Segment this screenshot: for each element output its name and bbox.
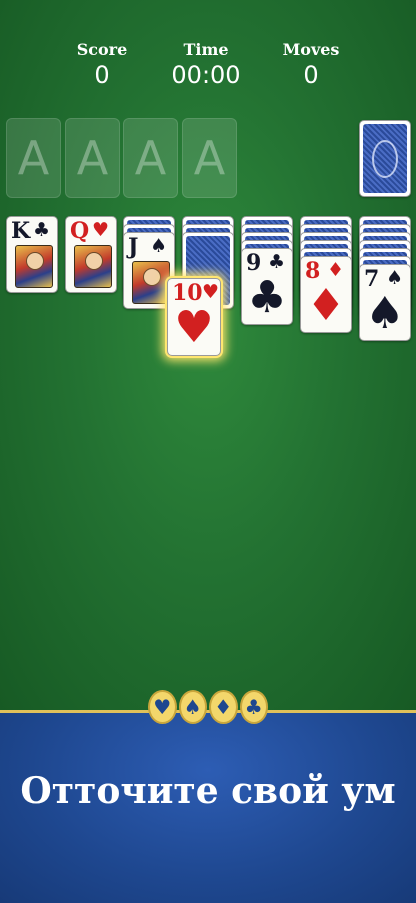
stock-pile[interactable] — [359, 120, 411, 197]
heart-icon: ♥ — [148, 690, 177, 724]
score-value: 0 — [94, 61, 110, 89]
foundation-pile-4[interactable]: A — [182, 118, 237, 198]
card-pip-icon: ♣ — [247, 272, 287, 323]
tableau-card-5[interactable]: 9 ♣ ♣ — [241, 248, 293, 325]
stats-bar: Score 0 Time 00:00 Moves 0 — [0, 40, 416, 100]
tableau-card-6[interactable]: 8 ♦ ♦ — [300, 256, 352, 333]
spade-icon: ♠ — [178, 690, 207, 724]
moves-stat: Moves 0 — [256, 40, 366, 89]
diamond-icon: ♦ — [209, 690, 238, 724]
foundation-pile-3[interactable]: A — [123, 118, 178, 198]
time-value: 00:00 — [171, 61, 241, 89]
card-suit-icon: ♠ — [150, 235, 168, 257]
moves-value: 0 — [303, 61, 319, 89]
tableau-card-2[interactable]: Q ♥ — [65, 216, 117, 293]
card-pip-icon: ♥ — [174, 302, 214, 353]
card-rank: J — [128, 234, 139, 260]
score-stat: Score 0 — [47, 40, 157, 89]
card-suit-icon: ♣ — [268, 251, 286, 273]
card-rank: Q — [70, 218, 90, 244]
court-figure-icon — [15, 245, 53, 288]
time-label: Time — [183, 40, 229, 59]
tagline: Отточите свой ум — [20, 770, 396, 812]
suit-ornament: ♥ ♠ ♦ ♣ — [148, 690, 268, 726]
moves-label: Moves — [282, 40, 340, 59]
foundation-pile-1[interactable]: A — [6, 118, 61, 198]
card-suit-icon: ♠ — [386, 267, 404, 289]
tableau-card-7[interactable]: 7 ♠ ♠ — [359, 264, 411, 341]
card-suit-icon: ♣ — [33, 219, 51, 241]
card-rank: K — [11, 218, 31, 244]
court-figure-icon — [74, 245, 112, 288]
tableau-card-1[interactable]: K ♣ — [6, 216, 58, 293]
card-suit-icon: ♥ — [92, 219, 110, 241]
card-pip-icon: ♦ — [306, 280, 346, 331]
card-suit-icon: ♦ — [327, 259, 345, 281]
card-pip-icon: ♠ — [365, 288, 405, 339]
card-suit-icon: ♥ — [202, 281, 220, 303]
time-stat: Time 00:00 — [151, 40, 261, 89]
card-back-emblem-icon — [372, 139, 398, 178]
club-icon: ♣ — [239, 690, 268, 724]
score-label: Score — [76, 40, 128, 59]
tableau-card-4[interactable]: 10 ♥ ♥ — [167, 278, 221, 356]
foundation-pile-2[interactable]: A — [65, 118, 120, 198]
court-figure-icon — [132, 261, 170, 304]
